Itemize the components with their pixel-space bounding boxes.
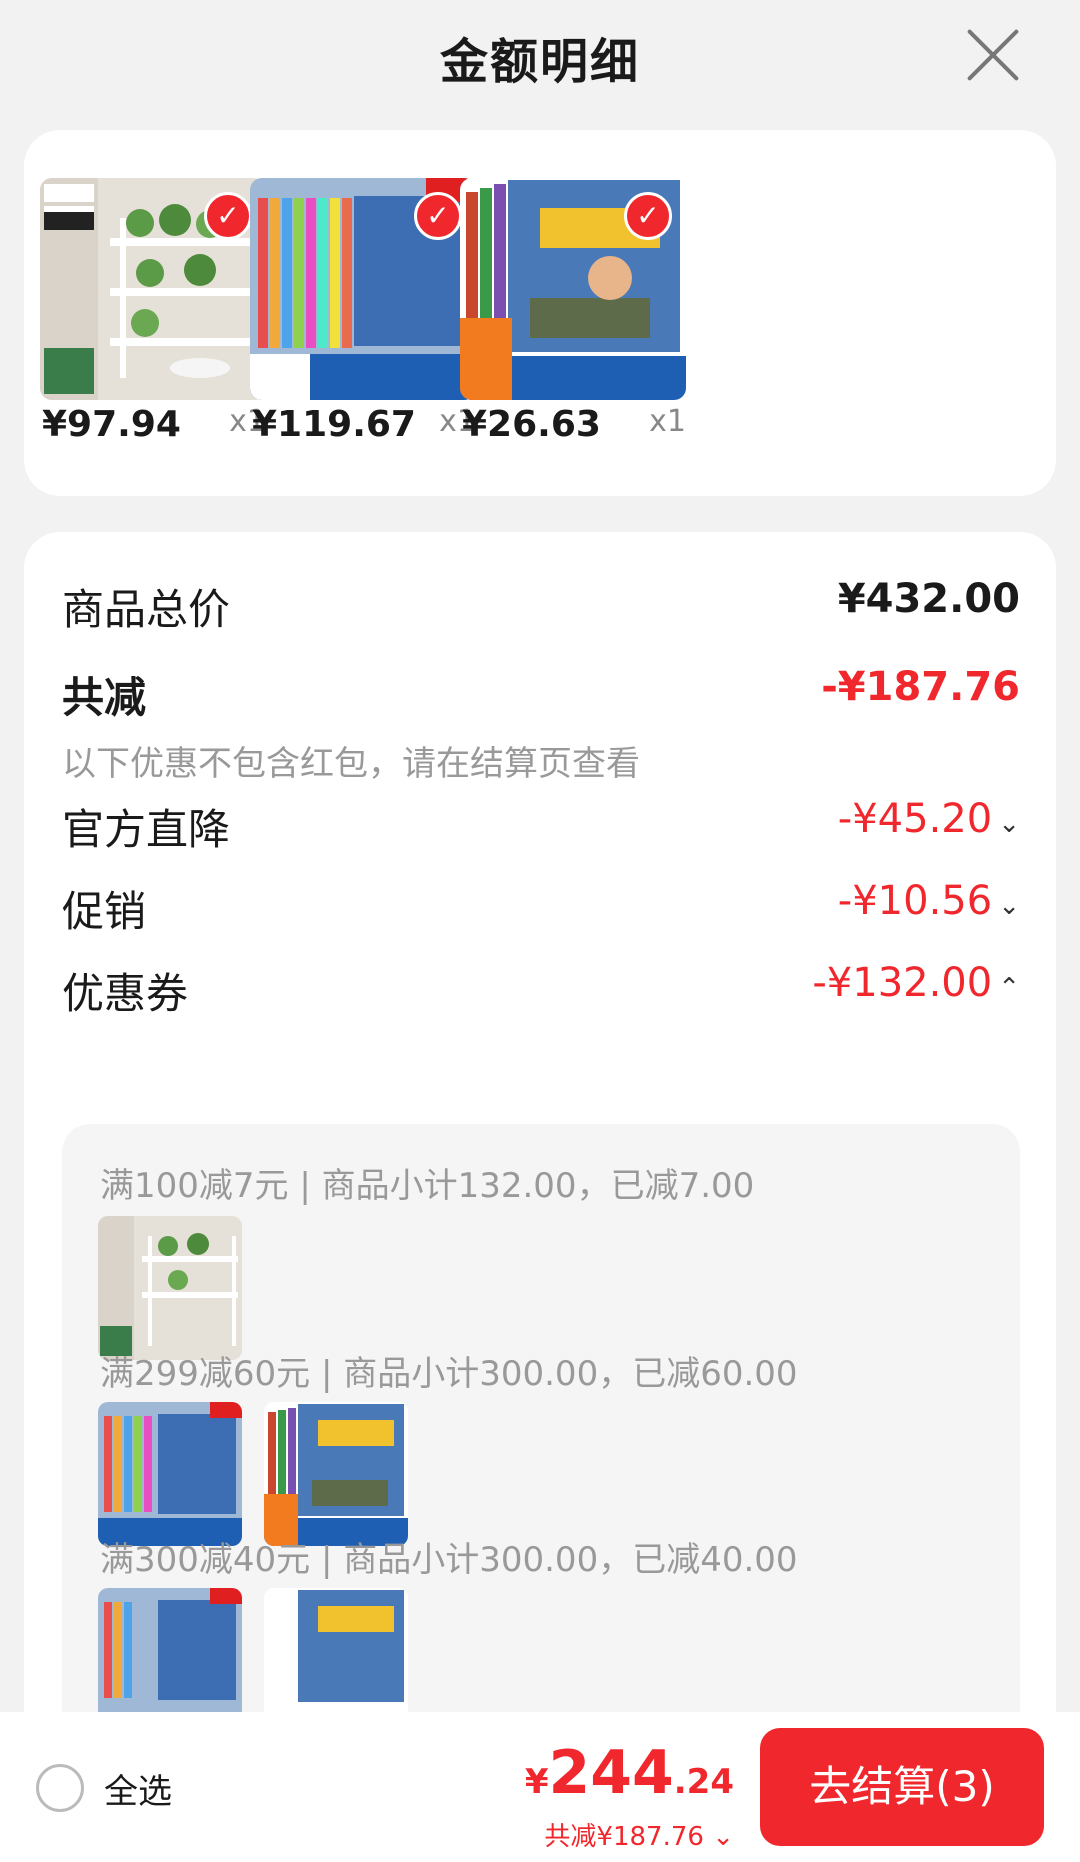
coupon-rule: 满299减60元 | 商品小计300.00，已减60.00 — [100, 1354, 798, 1394]
coupon-value: -¥132.00 ⌃ — [812, 960, 1020, 1006]
amount-detail-card: 商品总价 ¥432.00 共减 -¥187.76 以下优惠不包含红包，请在结算页… — [24, 532, 1056, 1862]
chevron-down-icon: ⌄ — [998, 809, 1020, 839]
shelf-product-image — [98, 1216, 242, 1360]
checked-icon[interactable]: ✓ — [624, 192, 672, 240]
goods-price: ¥97.94 — [42, 404, 181, 445]
book-set-product-image — [264, 1588, 408, 1732]
select-all-radio[interactable] — [36, 1764, 84, 1812]
promotion-label: 促销 — [62, 887, 147, 936]
checked-icon[interactable]: ✓ — [204, 192, 252, 240]
bottom-bar: 全选 ¥244.24 共减¥187.76 ⌄ 去结算(3) — [0, 1712, 1080, 1862]
goods-item[interactable]: ✓ ¥97.94 x1 — [40, 178, 266, 445]
product-image — [98, 1402, 242, 1546]
product-image — [264, 1588, 408, 1732]
coupon-goods — [98, 1402, 430, 1548]
book-set-product-image — [98, 1402, 242, 1546]
discount-note: 以下优惠不包含红包，请在结算页查看 — [62, 744, 640, 784]
product-image — [98, 1216, 242, 1360]
total-int: 244 — [548, 1738, 674, 1808]
promotion-value: -¥10.56 ⌄ — [837, 878, 1020, 924]
coupon-rule: 满100减7元 | 商品小计132.00，已减7.00 — [100, 1166, 755, 1206]
coupon-rule: 满300减40元 | 商品小计300.00，已减40.00 — [100, 1540, 798, 1580]
goods-qty: x1 — [649, 404, 686, 439]
total-label: 商品总价 — [62, 585, 231, 634]
total-value: ¥432.00 — [837, 576, 1020, 622]
product-image — [264, 1402, 408, 1546]
chevron-down-icon: ⌄ — [998, 891, 1020, 921]
product-image — [98, 1588, 242, 1732]
official-discount-value: -¥45.20 ⌄ — [837, 796, 1020, 842]
saved-amount-toggle[interactable]: 共减¥187.76 ⌄ — [544, 1816, 734, 1853]
discount-label: 共减 — [62, 673, 147, 722]
goods-card: ✓ ¥97.94 x1 ✓ ¥119.67 x1 ✓ ¥26.63 x1 — [24, 130, 1056, 496]
select-all-label[interactable]: 全选 — [104, 1764, 172, 1813]
goods-item[interactable]: ✓ ¥26.63 x1 — [460, 178, 686, 445]
checked-icon[interactable]: ✓ — [414, 192, 462, 240]
product-image[interactable]: ✓ — [250, 178, 476, 400]
chevron-up-icon: ⌃ — [998, 973, 1020, 1003]
total-dec: .24 — [673, 1762, 734, 1802]
goods-price: ¥119.67 — [252, 404, 416, 445]
total-price: ¥244.24 — [525, 1738, 734, 1808]
product-image[interactable]: ✓ — [40, 178, 266, 400]
goods-price: ¥26.63 — [462, 404, 601, 445]
official-discount-label: 官方直降 — [62, 805, 231, 854]
book-set-product-image — [264, 1402, 408, 1546]
coupon-goods — [98, 1216, 264, 1362]
coupon-label: 优惠券 — [62, 969, 189, 1018]
currency-symbol: ¥ — [524, 1762, 549, 1802]
header: 金额明细 — [0, 0, 1080, 120]
checkout-button[interactable]: 去结算(3) — [760, 1728, 1044, 1846]
discount-value: -¥187.76 — [821, 664, 1020, 710]
page-title: 金额明细 — [439, 34, 640, 90]
goods-item[interactable]: ✓ ¥119.67 x1 — [250, 178, 476, 445]
close-icon[interactable] — [964, 26, 1022, 84]
product-image[interactable]: ✓ — [460, 178, 686, 400]
book-set-product-image — [98, 1588, 242, 1732]
